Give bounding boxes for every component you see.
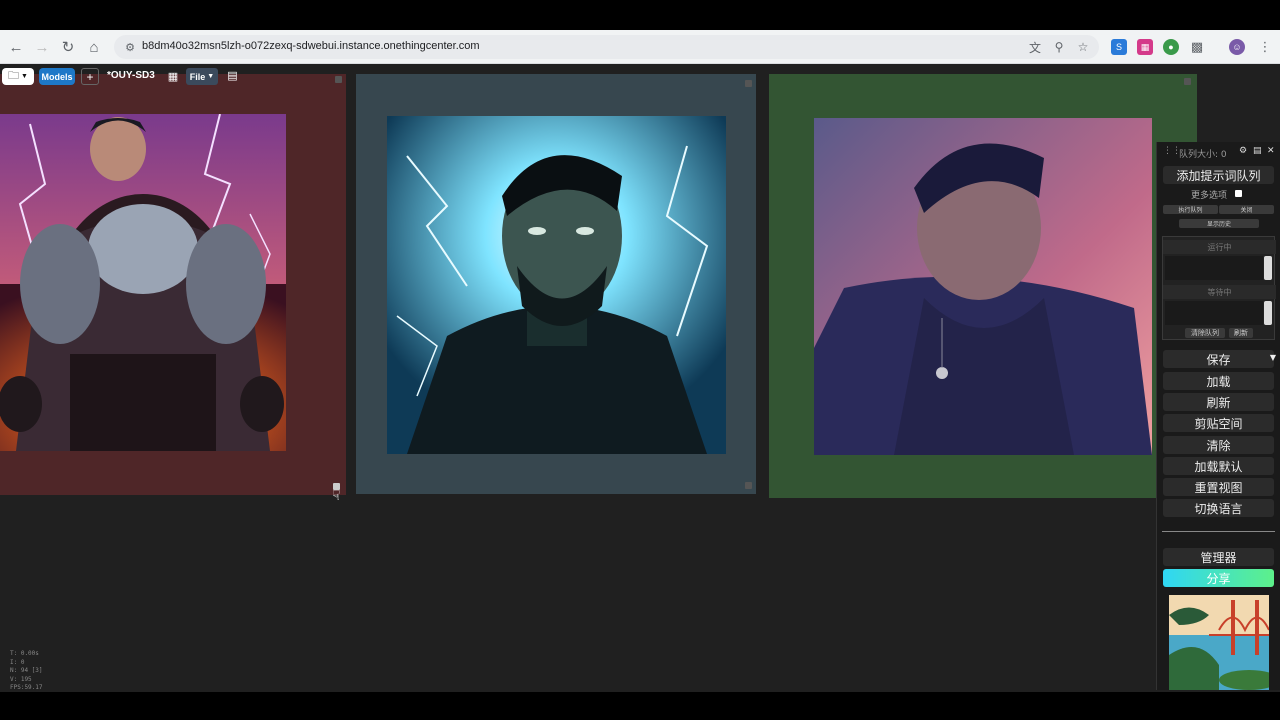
group-green[interactable]: [769, 74, 1197, 498]
models-button[interactable]: Models: [39, 68, 75, 85]
load-default-button[interactable]: 加载默认: [1163, 457, 1274, 475]
browser-top-bar: [0, 0, 1280, 30]
home-icon[interactable]: ⌂: [84, 37, 104, 57]
pending-list[interactable]: [1165, 301, 1263, 325]
clear-queue-button[interactable]: 清除队列: [1185, 328, 1225, 338]
node-collapse-handle[interactable]: [745, 80, 752, 87]
queue-prompt-button[interactable]: 添加提示词队列: [1163, 166, 1274, 184]
forward-icon[interactable]: →: [32, 37, 52, 57]
close-icon[interactable]: ✕: [1267, 146, 1275, 156]
translate-icon[interactable]: 文: [1027, 39, 1043, 55]
comfy-canvas[interactable]: 🗀 ▼ Models + *OUY-SD3 ▦ File ▼ ▤ ☟ T: 0.00…: [0, 64, 1280, 692]
more-options-label: 更多选项: [1191, 191, 1228, 201]
pending-scrollbar[interactable]: [1264, 301, 1272, 325]
cursor-hand-icon: ☟: [332, 487, 341, 503]
refresh-button[interactable]: 刷新: [1163, 393, 1274, 411]
workflow-folder-button[interactable]: 🗀 ▼: [2, 68, 34, 85]
back-icon[interactable]: ←: [6, 37, 26, 57]
refresh-queue-button[interactable]: 刷新: [1229, 328, 1253, 338]
stat-time: T: 0.00s: [10, 650, 39, 657]
folder-icon: 🗀: [8, 70, 20, 82]
chevron-down-icon: ▼: [21, 73, 28, 80]
menu-header: ⋮⋮ 队列大小: 0 ⚙ ▤ ✕: [1157, 146, 1280, 160]
url-text: b8dm40o32msn5lzh-o072zexq-sdwebui.instan…: [142, 40, 480, 52]
more-options-checkbox[interactable]: [1235, 190, 1242, 197]
pending-label: 等待中: [1163, 285, 1276, 299]
stat-nodes: N: 94 [3]: [10, 667, 43, 674]
browser-menu-icon[interactable]: ⋮: [1257, 39, 1273, 55]
file-menu-button[interactable]: File ▼: [186, 68, 218, 85]
image-icon[interactable]: ▦: [166, 69, 180, 83]
zoom-icon[interactable]: ⚲: [1051, 39, 1067, 55]
workflow-title[interactable]: *OUY-SD3: [107, 70, 155, 81]
generated-image-3: [814, 118, 1152, 455]
show-history-button[interactable]: 显示历史: [1179, 219, 1259, 228]
comfy-menu-panel[interactable]: ⋮⋮ 队列大小: 0 ⚙ ▤ ✕ 添加提示词队列 更多选项 执行队列 关闭 显示…: [1156, 142, 1280, 690]
reset-view-button[interactable]: 重置视图: [1163, 478, 1274, 496]
extensions-puzzle-icon[interactable]: ▩: [1189, 39, 1205, 55]
stat-i: I: 0: [10, 658, 25, 666]
address-bar[interactable]: ⚙ b8dm40o32msn5lzh-o072zexq-sdwebui.inst…: [114, 35, 1099, 59]
save-label: 保存: [1206, 352, 1231, 367]
chevron-down-icon: ▼: [207, 73, 215, 80]
node-collapse-handle[interactable]: [1184, 78, 1191, 85]
extension-pink-icon[interactable]: ▦: [1137, 39, 1153, 55]
generated-image-2: [387, 116, 726, 454]
running-scrollbar[interactable]: [1264, 256, 1272, 280]
clear-button[interactable]: 清除: [1163, 436, 1274, 454]
save-icon[interactable]: ▤: [226, 69, 239, 82]
close-queue-button[interactable]: 关闭: [1219, 205, 1274, 214]
save-button[interactable]: 保存 ▼: [1163, 350, 1276, 368]
profile-avatar[interactable]: ☺: [1229, 39, 1245, 55]
generated-image-1: [0, 114, 286, 451]
node-collapse-handle[interactable]: [335, 76, 342, 83]
switch-language-button[interactable]: 切换语言: [1163, 499, 1274, 517]
canvas-stats: T: 0.00s I: 0 N: 94 [3] V: 195 FPS:59.17: [10, 650, 43, 692]
browser-toolbar: ← → ↻ ⌂ ⚙ b8dm40o32msn5lzh-o072zexq-sdwe…: [0, 30, 1280, 64]
new-workflow-button[interactable]: +: [81, 68, 99, 85]
stat-fps: FPS:59.17: [10, 684, 43, 691]
run-queue-button[interactable]: 执行队列: [1163, 205, 1218, 214]
file-menu-label: File: [189, 71, 206, 82]
collapse-panel-icon[interactable]: ▤: [1253, 146, 1262, 156]
share-thumbnail[interactable]: [1169, 595, 1269, 690]
settings-gear-icon[interactable]: ⚙: [1239, 146, 1247, 156]
group-red[interactable]: [0, 74, 346, 495]
queue-size-label: 队列大小: 0: [1179, 150, 1227, 160]
extension-s-icon[interactable]: S: [1111, 39, 1127, 55]
share-button[interactable]: 分享: [1163, 569, 1274, 587]
bookmark-star-icon[interactable]: ☆: [1075, 39, 1091, 55]
chevron-down-icon[interactable]: ▼: [1270, 353, 1276, 362]
site-info-icon[interactable]: ⚙: [122, 39, 138, 55]
node-resize-handle[interactable]: [745, 482, 752, 489]
screen-bottom-bar: [0, 692, 1280, 720]
extension-green-icon[interactable]: ●: [1163, 39, 1179, 55]
running-label: 运行中: [1163, 240, 1276, 254]
manager-button[interactable]: 管理器: [1163, 548, 1274, 566]
reload-icon[interactable]: ↻: [58, 37, 78, 57]
load-button[interactable]: 加载: [1163, 372, 1274, 390]
stat-v: V: 195: [10, 675, 32, 683]
menu-divider: [1162, 531, 1275, 532]
clipspace-button[interactable]: 剪贴空间: [1163, 414, 1274, 432]
queue-panel: 运行中 等待中 清除队列 刷新: [1162, 236, 1276, 340]
running-list[interactable]: [1165, 256, 1263, 280]
group-slate[interactable]: [356, 74, 756, 494]
